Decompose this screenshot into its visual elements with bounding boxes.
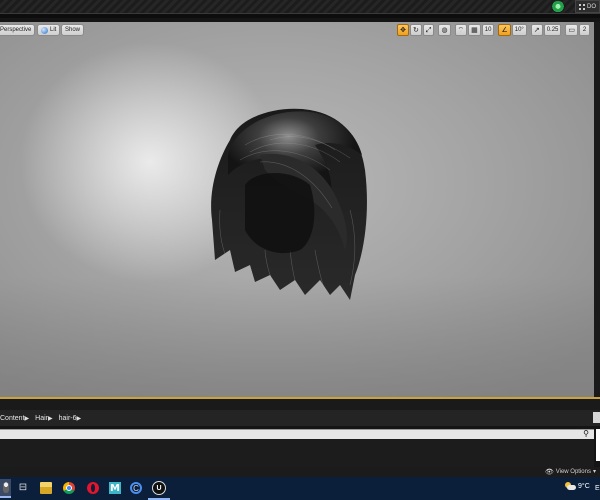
chevron-right-icon[interactable]: ▶ bbox=[48, 415, 53, 422]
chevron-right-icon[interactable]: ▶ bbox=[25, 415, 30, 422]
history-forward-button[interactable] bbox=[593, 412, 600, 423]
maya-icon[interactable]: M bbox=[109, 482, 121, 494]
filter-side-panel[interactable] bbox=[596, 429, 600, 461]
unreal-engine-icon[interactable]: U bbox=[152, 481, 166, 495]
search-icon[interactable]: ⚲ bbox=[583, 429, 589, 438]
lit-mode-button[interactable]: Lit bbox=[37, 24, 61, 36]
search-input[interactable]: ⚲ bbox=[0, 429, 594, 439]
level-viewport[interactable]: Perspective Lit Show ✥ ↻ ⤢ ◍ ⌔ ▦ 10 ∠ 10… bbox=[0, 22, 594, 397]
angle-icon: ∠ bbox=[501, 26, 508, 34]
rotate-tool[interactable]: ↻ bbox=[409, 24, 422, 36]
move-icon: ✥ bbox=[400, 26, 406, 34]
unreal-letter: U bbox=[156, 484, 162, 492]
toolbar-separator bbox=[0, 13, 600, 18]
cinema4d-icon[interactable]: C bbox=[130, 482, 142, 494]
surface-snapping-button[interactable]: ⌔ bbox=[454, 24, 468, 36]
perspective-label: Perspective bbox=[0, 27, 32, 33]
weather-widget[interactable]: 9°C bbox=[565, 482, 590, 491]
partly-cloudy-icon bbox=[565, 482, 576, 491]
hair-mesh[interactable] bbox=[200, 100, 380, 300]
globe-icon: ◍ bbox=[441, 26, 448, 34]
maya-letter: M bbox=[110, 482, 120, 494]
breadcrumb-item-hair[interactable]: Hair bbox=[35, 415, 48, 422]
viewport-transform-toolbar: ✥ ↻ ⤢ ◍ ⌔ ▦ 10 ∠ 10° ↗ 0.25 ▭ 2 bbox=[397, 24, 590, 36]
scale-snap-value-label: 0.25 bbox=[546, 27, 559, 33]
chrome-icon[interactable] bbox=[63, 482, 75, 494]
perspective-button[interactable]: Perspective bbox=[0, 24, 36, 36]
lit-label: Lit bbox=[50, 27, 57, 33]
view-options-button[interactable]: 👁 View Options ▾ bbox=[545, 467, 596, 476]
grid-snap-toggle[interactable]: ▦ bbox=[468, 24, 481, 36]
breadcrumb: Content ▶ Hair ▶ hair-6 ▶ bbox=[0, 410, 600, 426]
opera-icon[interactable] bbox=[87, 482, 99, 494]
grid-snap-icon: ▦ bbox=[471, 26, 478, 34]
coordinate-system-button[interactable]: ◍ bbox=[438, 24, 451, 36]
viewport-scroll-edge bbox=[594, 22, 600, 397]
c4d-letter: C bbox=[133, 483, 139, 493]
surface-snap-icon: ⌔ bbox=[457, 26, 465, 34]
chevron-right-icon[interactable]: ▶ bbox=[77, 415, 82, 422]
scale-icon: ⤢ bbox=[425, 26, 432, 34]
camera-icon: ▭ bbox=[568, 26, 575, 34]
scale-tool[interactable]: ⤢ bbox=[422, 24, 435, 36]
camera-speed-toggle[interactable]: ▭ bbox=[565, 24, 578, 36]
content-browser-footer bbox=[0, 467, 600, 477]
title-bar-tag-label: DO bbox=[587, 3, 596, 10]
chevron-down-icon: ▾ bbox=[592, 469, 596, 475]
title-bar-right-group: DO bbox=[551, 0, 600, 13]
breadcrumb-item-hair-6[interactable]: hair-6 bbox=[59, 415, 77, 422]
language-indicator[interactable]: E bbox=[595, 485, 600, 492]
rotation-snap-value-label: 10° bbox=[514, 27, 524, 33]
source-control-icon[interactable] bbox=[551, 0, 565, 13]
task-view-icon[interactable]: ⊟ bbox=[17, 482, 29, 494]
breadcrumb-item-content[interactable]: Content bbox=[0, 415, 25, 422]
show-button[interactable]: Show bbox=[61, 24, 85, 36]
content-browser-tab-strip bbox=[0, 399, 600, 410]
asset-view[interactable] bbox=[0, 439, 594, 467]
windows-taskbar: ⊟ M C U bbox=[0, 477, 600, 500]
camera-speed-value[interactable]: 2 bbox=[579, 24, 590, 36]
temperature-label: 9°C bbox=[578, 483, 590, 490]
grid-icon bbox=[579, 3, 585, 10]
rotation-snap-toggle[interactable]: ∠ bbox=[498, 24, 511, 36]
scale-snap-icon: ↗ bbox=[533, 26, 540, 34]
file-explorer-icon[interactable] bbox=[40, 482, 52, 494]
view-options-label: View Options bbox=[555, 468, 591, 475]
title-bar-tag[interactable]: DO bbox=[575, 0, 600, 13]
select-translate-tool[interactable]: ✥ bbox=[397, 24, 409, 36]
grid-snap-value-label: 10 bbox=[484, 27, 492, 33]
scale-snap-toggle[interactable]: ↗ bbox=[530, 24, 543, 36]
eye-icon: 👁 bbox=[544, 468, 554, 476]
grid-snap-value[interactable]: 10 bbox=[481, 24, 495, 36]
rotate-icon: ↻ bbox=[412, 26, 419, 34]
taskbar-app-character-icon[interactable] bbox=[0, 479, 11, 498]
scale-snap-value[interactable]: 0.25 bbox=[543, 24, 562, 36]
editor-title-bar: DO bbox=[0, 0, 600, 13]
show-label: Show bbox=[65, 27, 81, 33]
lit-sphere-icon bbox=[41, 26, 48, 34]
rotation-snap-value[interactable]: 10° bbox=[511, 24, 527, 36]
camera-speed-value-label: 2 bbox=[582, 27, 587, 33]
